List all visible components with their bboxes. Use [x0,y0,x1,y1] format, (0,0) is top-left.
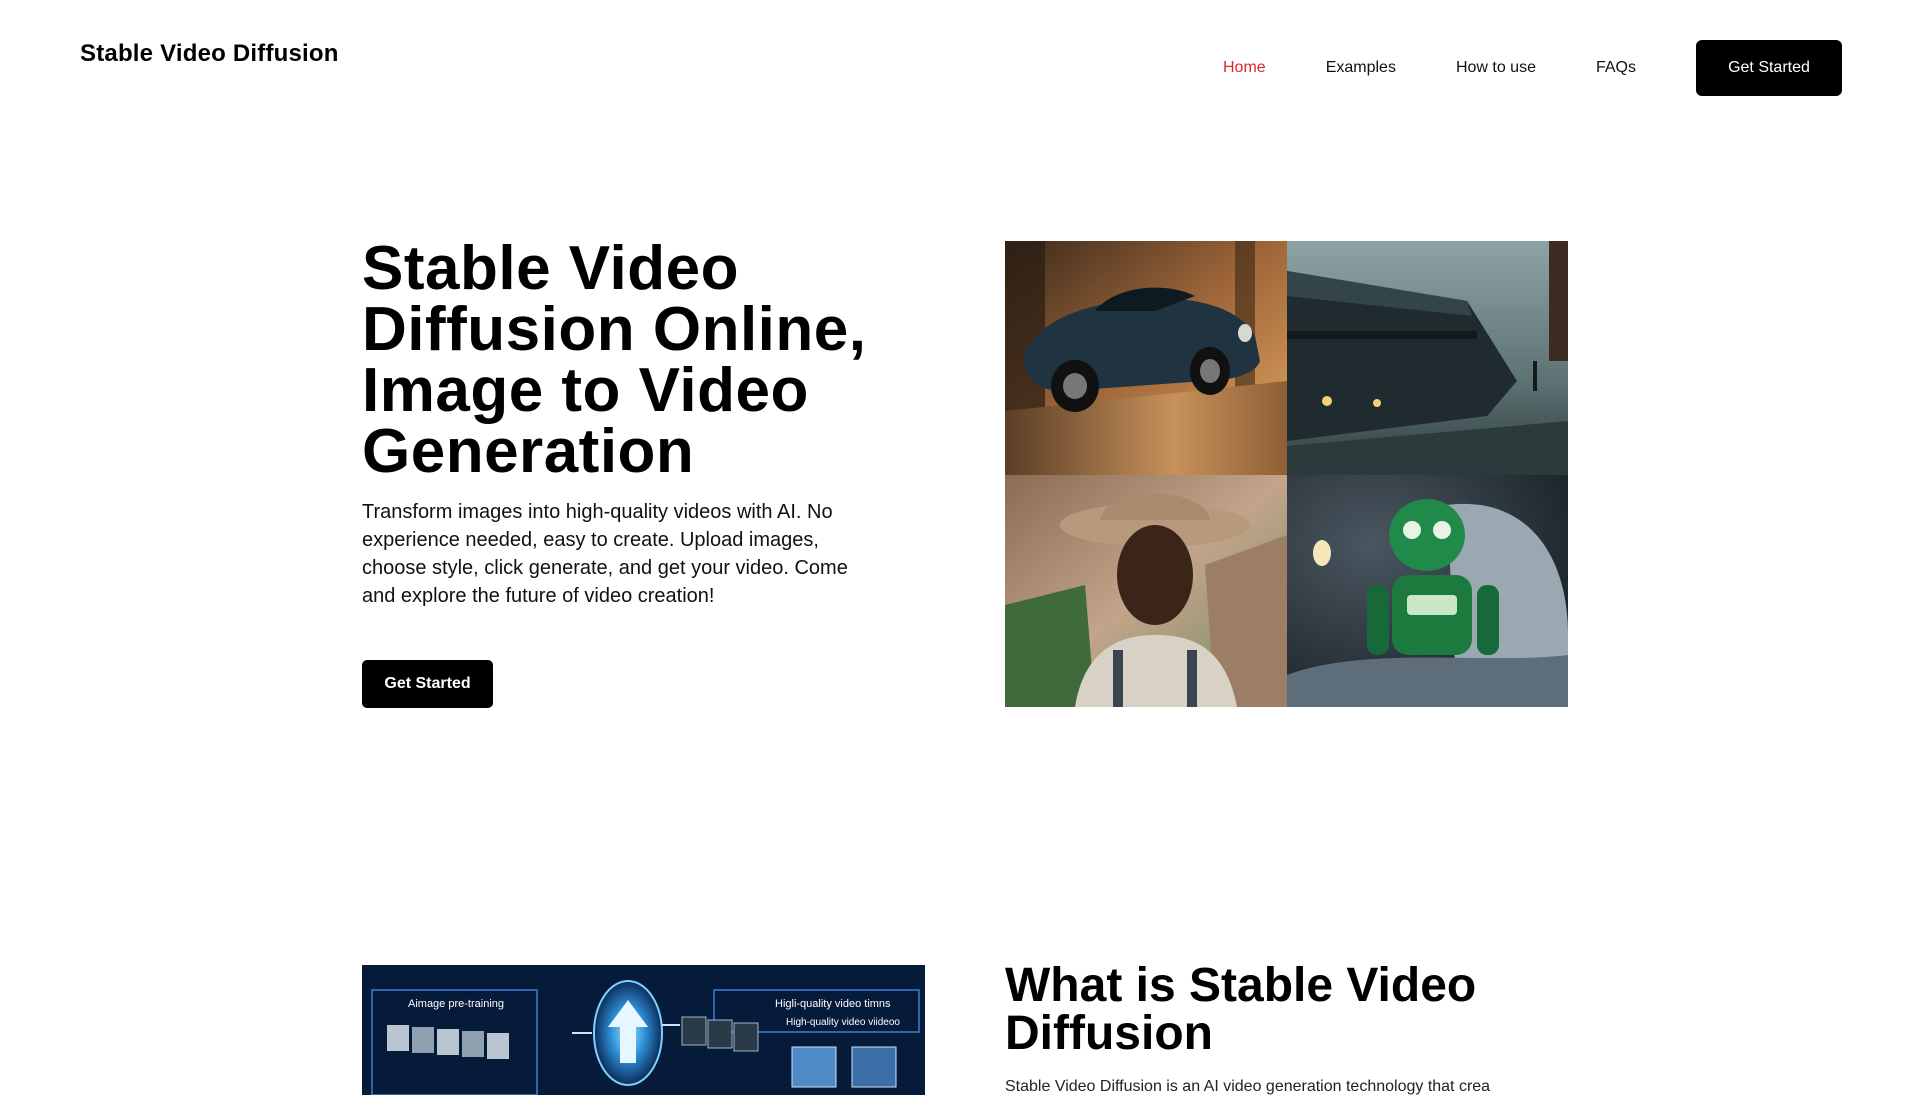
header-get-started-button[interactable]: Get Started [1696,40,1842,96]
main-nav: Home Examples How to use FAQs Get Starte… [1223,40,1842,96]
cowboy-portrait-image [1005,475,1287,707]
vintage-car-image [1005,241,1287,475]
hero-get-started-button[interactable]: Get Started [362,660,493,708]
nav-examples-link[interactable]: Examples [1326,40,1396,96]
site-header: Stable Video Diffusion Home Examples How… [0,0,1920,120]
diagram-right-top-label: Higli-quality video timns [775,998,891,1010]
nav-home-link[interactable]: Home [1223,40,1266,96]
diagram-left-label: Aimage pre-training [408,998,504,1010]
hero-image-grid [1005,241,1568,707]
hero-description: Transform images into high-quality video… [362,501,848,607]
brand-logo-text[interactable]: Stable Video Diffusion [80,40,339,68]
section2-subtitle: Stable Video Diffusion is an AI video ge… [1005,1078,1491,1095]
section2-title: What is Stable Video Diffusion [1005,959,1477,1060]
nav-faqs-link[interactable]: FAQs [1596,40,1636,96]
diagram-right-bottom-label: High-quality video viideoo [786,1017,900,1028]
nav-how-to-use-link[interactable]: How to use [1456,40,1536,96]
rainy-train-image [1287,241,1568,475]
svd-pipeline-diagram: Aimage pre-training Higli-quality video … [362,965,925,1095]
hero-title: Stable Video Diffusion Online, Image to … [362,234,867,486]
green-robot-image [1287,475,1568,707]
